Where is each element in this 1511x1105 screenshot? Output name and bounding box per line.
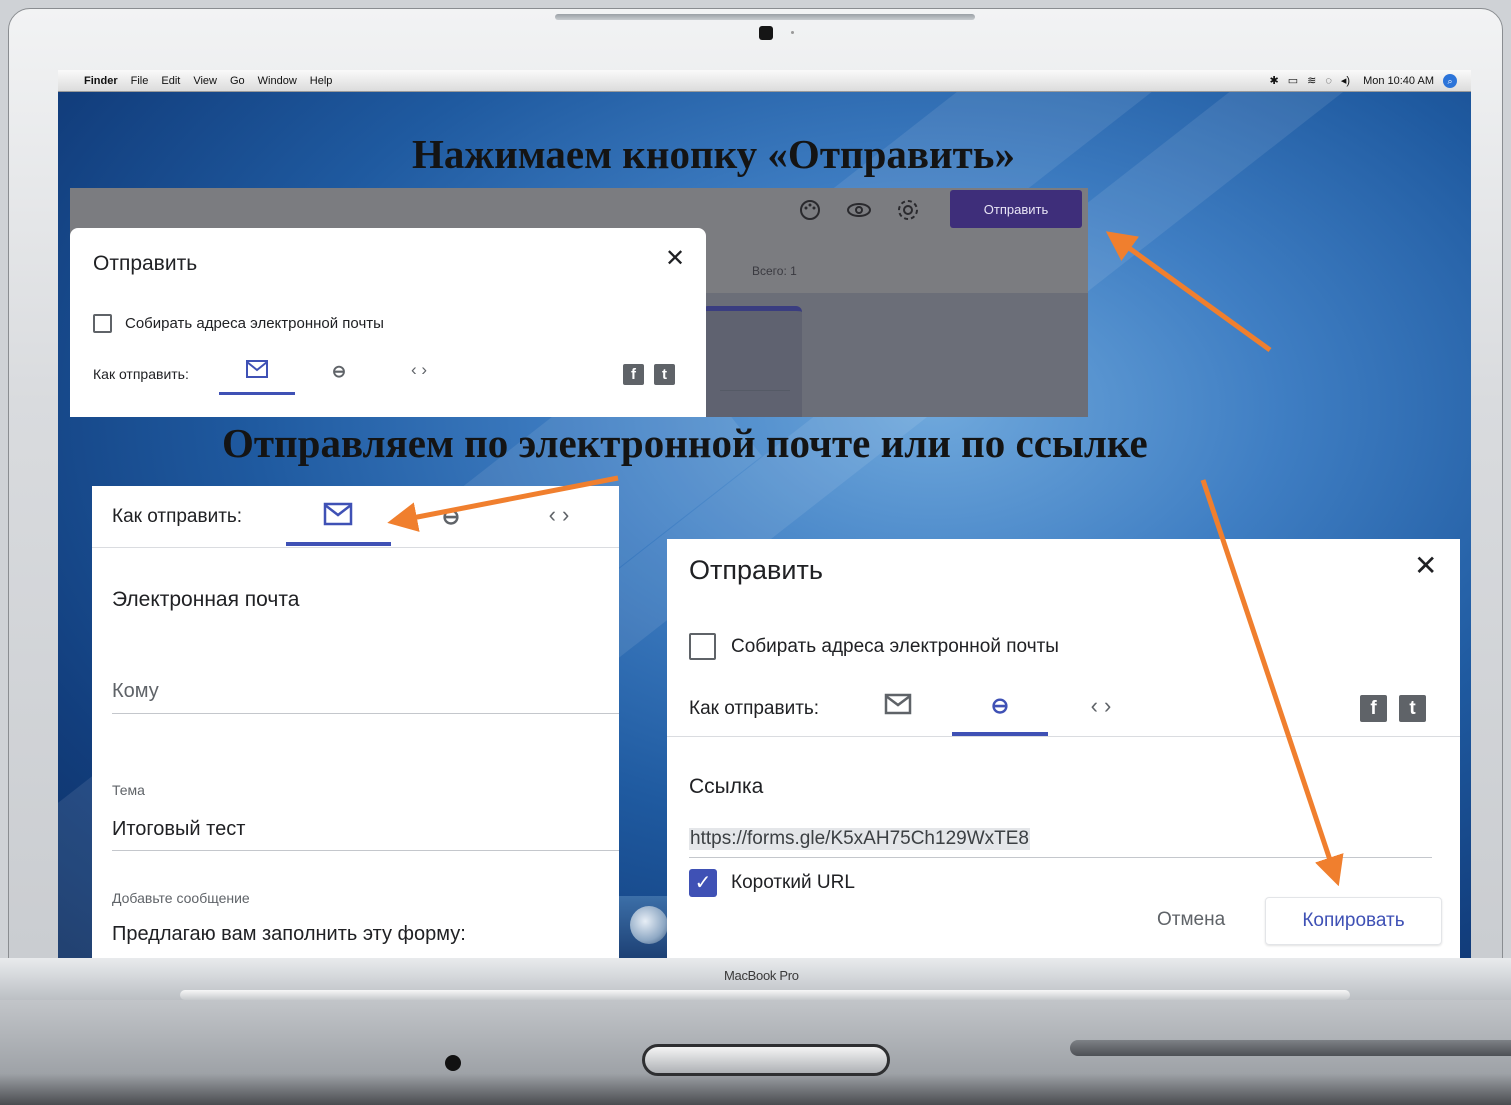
mac-menubar: Finder File Edit View Go Window Help ✱ ▭… — [58, 70, 1471, 92]
panel-email-tab: Как отправить: ⊖ ‹ › Электронная почта К… — [92, 486, 619, 960]
subject-label: Тема — [112, 782, 145, 798]
preview-eye-icon[interactable] — [846, 198, 872, 228]
embed-icon[interactable]: ‹ › — [541, 502, 577, 528]
embed-icon[interactable]: ‹ › — [1084, 693, 1118, 719]
how-to-send-label: Как отправить: — [93, 366, 189, 382]
dialog-title: Отправить — [93, 252, 198, 275]
menu-edit[interactable]: Edit — [161, 75, 180, 87]
total-count: Всего: 1 — [752, 264, 797, 278]
volume-icon[interactable]: ◂) — [1341, 74, 1350, 87]
active-tab-indicator — [286, 542, 391, 546]
short-url-checkbox[interactable]: ✓ — [689, 869, 717, 897]
section-title: Ссылка — [689, 775, 764, 798]
palette-icon[interactable] — [798, 198, 822, 228]
tabs-divider — [667, 736, 1460, 737]
menu-finder[interactable]: Finder — [84, 75, 118, 87]
menu-file[interactable]: File — [131, 75, 149, 87]
collect-emails-label: Собирать адреса электронной почты — [731, 636, 1059, 657]
dialog-title: Отправить — [689, 555, 823, 585]
embed-icon[interactable]: ‹ › — [404, 360, 434, 380]
message-label: Добавьте сообщение — [112, 890, 250, 906]
form-card — [702, 306, 802, 417]
bezel-top-edge — [555, 14, 975, 20]
battery-icon[interactable]: ▭ — [1288, 74, 1298, 87]
spotlight-icon[interactable]: ⌕ — [1443, 73, 1457, 88]
heading-middle: Отправляем по электронной почте или по с… — [222, 420, 1148, 466]
menu-window[interactable]: Window — [258, 75, 297, 87]
panel-send-button: Отправить Всего: 1 Отправить ✕ Собирать … — [70, 188, 1088, 417]
facebook-icon[interactable]: f — [623, 364, 644, 385]
toolbar-icons — [798, 198, 920, 228]
mail-icon[interactable] — [242, 360, 272, 383]
tabs-divider — [92, 547, 619, 548]
screen: Finder File Edit View Go Window Help ✱ ▭… — [58, 70, 1471, 960]
link-icon[interactable]: ⊖ — [983, 693, 1017, 719]
twitter-icon[interactable]: t — [1399, 695, 1426, 722]
collect-emails-checkbox[interactable] — [689, 633, 716, 660]
how-to-send-label: Как отправить: — [689, 698, 820, 719]
section-title: Электронная почта — [112, 588, 300, 611]
to-field-underline — [112, 713, 619, 714]
menu-view[interactable]: View — [193, 75, 217, 87]
close-icon[interactable]: ✕ — [1414, 549, 1437, 582]
laptop-photo: Finder File Edit View Go Window Help ✱ ▭… — [0, 0, 1511, 1105]
to-field[interactable]: Кому — [112, 680, 159, 703]
mail-icon[interactable] — [320, 502, 356, 531]
link-field-underline — [689, 857, 1432, 858]
subject-field-underline — [112, 850, 619, 851]
sleep-led-icon — [445, 1055, 461, 1071]
message-field[interactable]: Предлагаю вам заполнить эту форму: — [112, 923, 466, 946]
laptop-lid-edge — [180, 990, 1350, 1000]
wifi-icon[interactable]: ≋ — [1307, 74, 1316, 87]
link-icon[interactable]: ⊖ — [434, 504, 468, 530]
mail-icon[interactable] — [881, 693, 915, 720]
laptop-side-port — [1070, 1040, 1511, 1056]
itunes-dock-icon[interactable] — [630, 906, 668, 944]
bluetooth-icon[interactable]: ✱ — [1269, 74, 1278, 87]
timemachine-icon[interactable]: ◌ — [1325, 75, 1332, 87]
camera-icon — [759, 26, 773, 40]
collect-emails-label: Собирать адреса электронной почты — [125, 315, 384, 332]
twitter-icon[interactable]: t — [654, 364, 675, 385]
collect-emails-checkbox[interactable] — [93, 314, 112, 333]
link-field[interactable]: https://forms.gle/K5xAH75Ch129WxTE8 — [689, 828, 1030, 850]
menubar-clock[interactable]: Mon 10:40 AM — [1363, 75, 1434, 87]
send-button[interactable]: Отправить — [950, 190, 1082, 228]
latch-button — [642, 1044, 890, 1076]
facebook-icon[interactable]: f — [1360, 695, 1387, 722]
send-dialog-small: Отправить ✕ Собирать адреса электронной … — [70, 228, 706, 417]
camera-indicator — [791, 31, 794, 34]
short-url-label: Короткий URL — [731, 872, 855, 893]
panel-link-tab: Отправить ✕ Собирать адреса электронной … — [667, 539, 1460, 960]
cancel-button[interactable]: Отмена — [1157, 909, 1225, 931]
settings-gear-icon[interactable] — [896, 198, 920, 228]
link-icon[interactable]: ⊖ — [325, 362, 353, 382]
brand-label: MacBook Pro — [724, 968, 799, 983]
heading-top: Нажимаем кнопку «Отправить» — [412, 131, 1015, 177]
menu-go[interactable]: Go — [230, 75, 245, 87]
menu-help[interactable]: Help — [310, 75, 333, 87]
copy-button[interactable]: Копировать — [1265, 897, 1442, 945]
form-card-line — [720, 390, 790, 391]
subject-field[interactable]: Итоговый тест — [112, 818, 245, 841]
active-tab-indicator — [219, 392, 295, 395]
how-to-send-label: Как отправить: — [112, 506, 243, 527]
close-icon[interactable]: ✕ — [665, 244, 685, 273]
